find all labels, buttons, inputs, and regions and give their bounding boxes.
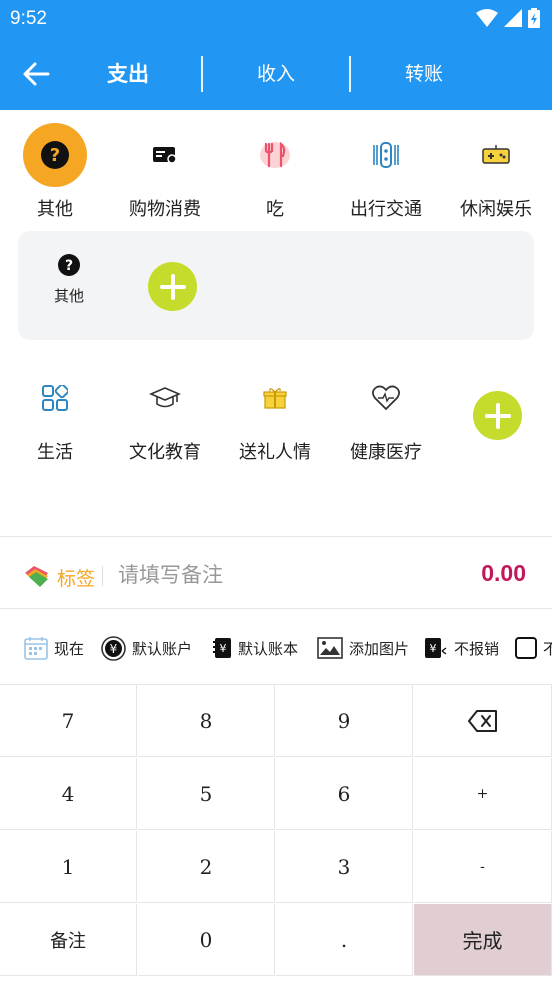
app-bar: 支出 收入 转账 [0, 38, 552, 110]
option-checkbox[interactable]: 不 [515, 632, 552, 664]
option-ledger[interactable]: ¥ 默认账本 [212, 632, 298, 664]
calendar-icon [24, 637, 48, 660]
keypad: 7 8 9 4 5 6 + 1 2 3 - 备注 0 . 完成 [0, 685, 552, 977]
sub-category-panel: ? 其他 [18, 231, 534, 340]
checkbox-icon [515, 637, 537, 659]
done-button[interactable]: 完成 [414, 904, 552, 976]
key-5[interactable]: 5 [138, 758, 275, 830]
tag-divider [102, 566, 103, 586]
category-leisure[interactable]: 休闲娱乐 [444, 123, 548, 221]
svg-text:¥: ¥ [110, 642, 118, 656]
category-education[interactable]: 文化教育 [113, 366, 217, 464]
gamepad-icon [482, 145, 510, 164]
option-reimburse[interactable]: ¥ 不报销 [424, 632, 499, 664]
key-minus[interactable]: - [414, 831, 552, 903]
ledger-icon: ¥ [213, 638, 231, 658]
category-transit[interactable]: 出行交通 [334, 123, 438, 221]
tag-icon[interactable] [24, 565, 50, 587]
add-sub-category-button[interactable] [148, 262, 197, 311]
sub-category-label: 其他 [53, 287, 84, 305]
reimburse-icon: ¥ [425, 638, 447, 658]
status-icons [476, 8, 540, 28]
tab-divider [349, 56, 351, 92]
grid-icon [42, 385, 68, 411]
category-food[interactable]: 吃 [223, 123, 327, 221]
gift-icon [263, 388, 287, 409]
svg-text:?: ? [65, 258, 73, 274]
tab-transfer[interactable]: 转账 [374, 38, 474, 110]
key-dot[interactable]: . [276, 904, 413, 976]
backspace-button[interactable] [414, 685, 552, 757]
status-bar: 9:52 [0, 0, 552, 38]
key-plus[interactable]: + [414, 758, 552, 830]
key-8[interactable]: 8 [138, 685, 275, 757]
option-time[interactable]: 现在 [24, 632, 84, 664]
plus-icon [484, 402, 511, 429]
key-3[interactable]: 3 [276, 831, 413, 903]
back-arrow-icon[interactable] [20, 58, 52, 90]
key-0[interactable]: 0 [138, 904, 275, 976]
divider [0, 608, 552, 609]
key-2[interactable]: 2 [138, 831, 275, 903]
heart-pulse-icon [372, 385, 400, 411]
status-time: 9:52 [10, 8, 47, 29]
key-4[interactable]: 4 [0, 758, 137, 830]
card-icon [153, 147, 177, 164]
question-icon: ? [58, 254, 80, 276]
key-7[interactable]: 7 [0, 685, 137, 757]
svg-text:?: ? [50, 145, 60, 166]
signal-icon [504, 9, 522, 27]
key-remark[interactable]: 备注 [0, 904, 137, 976]
graduation-cap-icon [149, 387, 181, 408]
svg-text:¥: ¥ [220, 642, 227, 655]
option-add-image[interactable]: 添加图片 [317, 632, 409, 664]
amount-display: 0.00 [481, 560, 526, 586]
backspace-icon [467, 709, 497, 732]
option-account[interactable]: ¥ 默认账户 [101, 632, 192, 664]
tab-income[interactable]: 收入 [226, 38, 326, 110]
yuan-coin-icon: ¥ [101, 635, 126, 661]
tag-label[interactable]: 标签 [57, 564, 95, 591]
remark-input[interactable] [116, 556, 420, 594]
key-1[interactable]: 1 [0, 831, 137, 903]
key-9[interactable]: 9 [276, 685, 413, 757]
transit-icon [373, 142, 399, 168]
svg-text:¥: ¥ [430, 642, 437, 655]
key-6[interactable]: 6 [276, 758, 413, 830]
category-gift[interactable]: 送礼人情 [223, 366, 327, 464]
category-health[interactable]: 健康医疗 [334, 366, 438, 464]
question-icon: ? [41, 141, 69, 169]
plus-icon [159, 273, 186, 300]
tab-expense[interactable]: 支出 [78, 38, 178, 110]
image-icon [317, 637, 343, 659]
wifi-icon [476, 9, 498, 27]
category-icon-bg: ? [23, 123, 87, 187]
sub-category-other[interactable]: ? 其他 [42, 253, 96, 306]
fork-knife-icon [260, 141, 290, 168]
add-category-button[interactable] [473, 391, 522, 440]
tab-divider [201, 56, 203, 92]
category-life[interactable]: 生活 [3, 366, 107, 464]
divider [0, 536, 552, 537]
battery-icon [528, 8, 540, 28]
category-label: 其他 [37, 199, 73, 220]
category-shopping[interactable]: 购物消费 [113, 123, 217, 221]
category-other[interactable]: ? 其他 [3, 123, 107, 221]
